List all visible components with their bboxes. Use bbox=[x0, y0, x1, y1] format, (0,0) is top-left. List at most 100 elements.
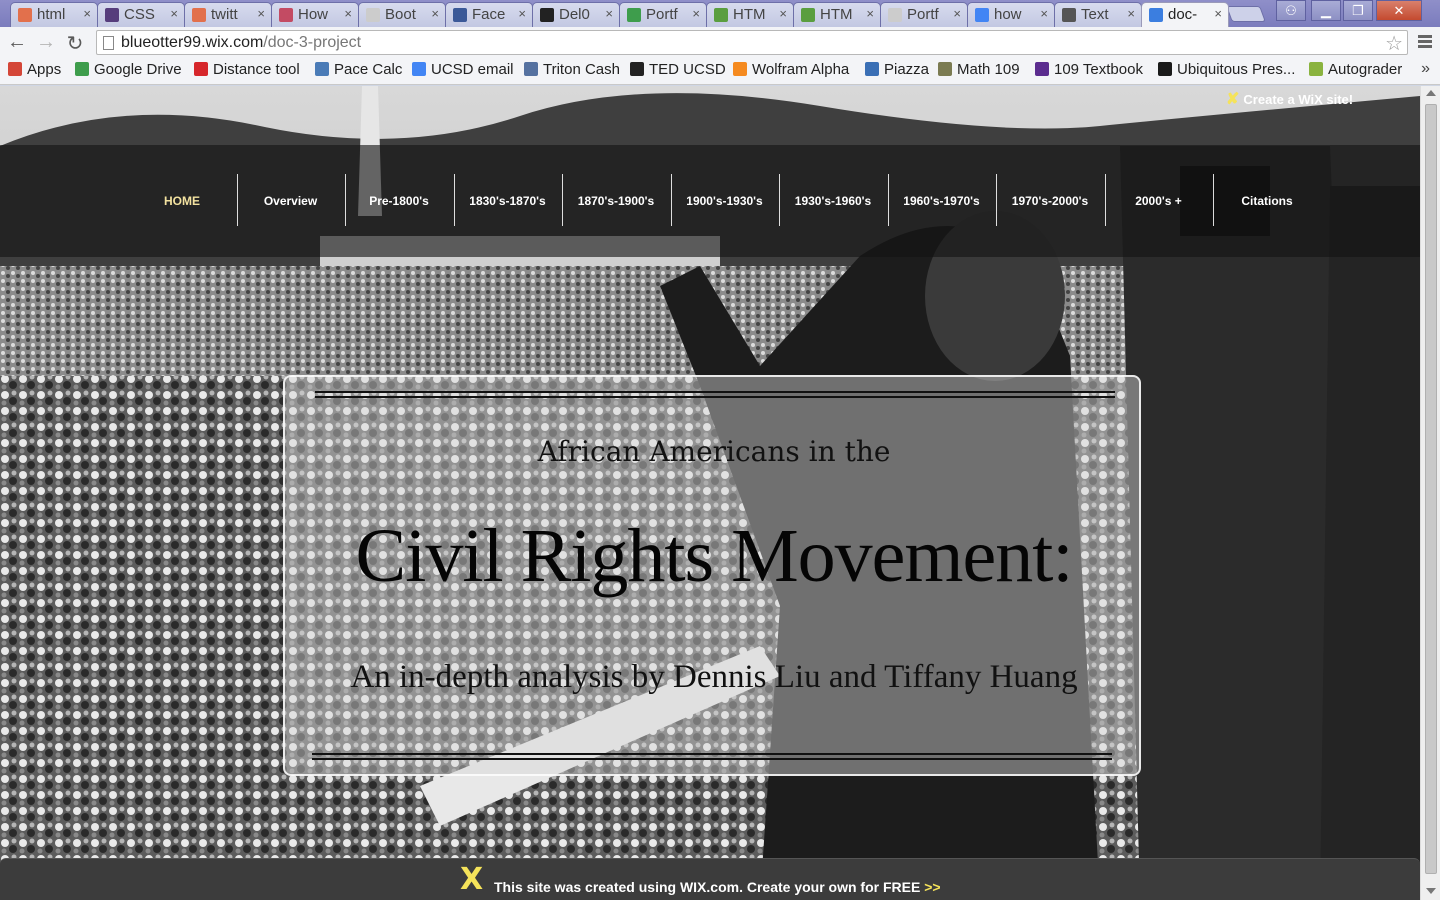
bookmark-item[interactable]: Triton Cash bbox=[524, 61, 620, 78]
browser-tab[interactable]: twitt × bbox=[184, 2, 272, 27]
bookmark-label: Wolfram Alpha bbox=[752, 61, 850, 78]
top-rule-2 bbox=[315, 396, 1115, 398]
reload-button[interactable]: ↻ bbox=[64, 31, 86, 56]
close-tab-icon[interactable]: × bbox=[257, 6, 265, 21]
browser-tab[interactable]: CSS × bbox=[97, 2, 185, 27]
triton-icon bbox=[524, 62, 538, 76]
address-bar[interactable]: blueotter99.wix.com/doc-3-project ☆ bbox=[96, 30, 1408, 55]
maximize-button[interactable]: ❐ bbox=[1343, 0, 1373, 21]
tab-title: HTM bbox=[733, 6, 766, 23]
nav-item-home[interactable]: HOME bbox=[128, 145, 236, 257]
nav-item-pre-1800-s[interactable]: Pre-1800's bbox=[345, 145, 453, 257]
w3schools-icon bbox=[801, 8, 815, 22]
wix-footer-banner[interactable]: X This site was created using WIX.com. C… bbox=[0, 858, 1420, 900]
bookmark-item[interactable]: Autograder bbox=[1309, 61, 1402, 78]
nav-item-1870-s-1900-s[interactable]: 1870's-1900's bbox=[562, 145, 670, 257]
tab-title: How bbox=[298, 6, 329, 23]
bookmark-item[interactable]: Distance tool bbox=[194, 61, 300, 78]
nav-item-2000-s[interactable]: 2000's + bbox=[1105, 145, 1213, 257]
page-icon bbox=[888, 8, 902, 22]
create-wix-site-label: Create a WiX site! bbox=[1243, 92, 1354, 107]
browser-tab[interactable]: html × bbox=[10, 2, 98, 27]
bookmark-label: Autograder bbox=[1328, 61, 1403, 78]
bookmark-label: 109 Textbook bbox=[1054, 61, 1143, 78]
close-window-button[interactable]: ✕ bbox=[1376, 0, 1422, 21]
create-wix-site-link[interactable]: ✘ Create a WiX site! bbox=[1226, 89, 1353, 109]
url-path: /doc-3-project bbox=[263, 34, 362, 51]
wolfram-icon bbox=[733, 62, 747, 76]
web-page: ✘ Create a WiX site! HOME Overview Pre-1800… bbox=[0, 86, 1420, 900]
bookmarks-overflow-button[interactable]: » bbox=[1421, 60, 1430, 78]
bookmark-label: Triton Cash bbox=[543, 61, 620, 78]
tab-title: HTM bbox=[820, 6, 853, 23]
browser-tab[interactable]: Del0 × bbox=[532, 2, 620, 27]
close-tab-icon[interactable]: × bbox=[779, 6, 787, 21]
nav-item-1930-s-1960-s[interactable]: 1930's-1960's bbox=[779, 145, 887, 257]
nav-item-citations[interactable]: Citations bbox=[1213, 145, 1321, 257]
scrollbar-thumb[interactable] bbox=[1425, 104, 1437, 874]
forward-button[interactable]: → bbox=[35, 31, 57, 54]
browser-tab[interactable]: doc- × bbox=[1141, 2, 1229, 27]
close-tab-icon[interactable]: × bbox=[866, 6, 874, 21]
browser-tab[interactable]: Text × bbox=[1054, 2, 1142, 27]
browser-tab[interactable]: how × bbox=[967, 2, 1055, 27]
close-tab-icon[interactable]: × bbox=[1214, 6, 1222, 21]
browser-tab[interactable]: Portf × bbox=[619, 2, 707, 27]
bookmark-item[interactable]: Math 109 bbox=[938, 61, 1020, 78]
bookmark-item[interactable]: Ubiquitous Pres... bbox=[1158, 61, 1295, 78]
close-tab-icon[interactable]: × bbox=[953, 6, 961, 21]
close-tab-icon[interactable]: × bbox=[1040, 6, 1048, 21]
close-tab-icon[interactable]: × bbox=[170, 6, 178, 21]
site-nav: HOME Overview Pre-1800's 1830's-1870's 1870'… bbox=[0, 145, 1420, 257]
nav-item-1900-s-1930-s[interactable]: 1900's-1930's bbox=[671, 145, 779, 257]
nav-item-1960-s-1970-s[interactable]: 1960's-1970's bbox=[888, 145, 996, 257]
browser-tab[interactable]: Face × bbox=[445, 2, 533, 27]
nav-item-1830-s-1870-s[interactable]: 1830's-1870's bbox=[454, 145, 562, 257]
nav-divider bbox=[453, 174, 455, 226]
tab-title: Portf bbox=[907, 6, 939, 23]
close-tab-icon[interactable]: × bbox=[1127, 6, 1135, 21]
profile-icon[interactable]: ⚇ bbox=[1276, 0, 1306, 21]
bookmark-label: Apps bbox=[27, 61, 62, 78]
minimize-button[interactable]: ▁ bbox=[1311, 0, 1341, 21]
distance-icon bbox=[194, 62, 208, 76]
browser-menu-icon[interactable] bbox=[1418, 35, 1432, 49]
bookmark-item[interactable]: TED UCSD bbox=[630, 61, 726, 78]
tab-title: Face bbox=[472, 6, 506, 23]
close-tab-icon[interactable]: × bbox=[431, 6, 439, 21]
nav-item-overview[interactable]: Overview bbox=[237, 145, 345, 257]
new-tab-button[interactable] bbox=[1226, 6, 1266, 22]
browser-tab[interactable]: Boot × bbox=[358, 2, 446, 27]
bookmarks-bar: Apps Google Drive Distance tool Pace Calc UC… bbox=[0, 58, 1440, 85]
page-scrollbar[interactable] bbox=[1420, 86, 1440, 900]
tab-title: Del0 bbox=[559, 6, 590, 23]
textbook-icon bbox=[1035, 62, 1049, 76]
browser-tab[interactable]: How × bbox=[271, 2, 359, 27]
scroll-down-arrow-icon[interactable] bbox=[1426, 888, 1436, 894]
wix-logo-icon: ✘ bbox=[1226, 91, 1240, 108]
close-tab-icon[interactable]: × bbox=[344, 6, 352, 21]
bookmark-item[interactable]: Google Drive bbox=[75, 61, 182, 78]
nav-divider bbox=[345, 174, 346, 226]
bookmark-item[interactable]: Wolfram Alpha bbox=[733, 61, 849, 78]
back-button[interactable]: ← bbox=[6, 31, 28, 54]
browser-tab[interactable]: HTM × bbox=[793, 2, 881, 27]
bookmark-item[interactable]: Piazza bbox=[865, 61, 929, 78]
close-tab-icon[interactable]: × bbox=[518, 6, 526, 21]
bookmark-star-icon[interactable]: ☆ bbox=[1385, 31, 1403, 56]
ted-icon bbox=[630, 62, 644, 76]
bookmark-item[interactable]: Pace Calc bbox=[315, 61, 402, 78]
scroll-up-arrow-icon[interactable] bbox=[1426, 90, 1436, 96]
browser-tab[interactable]: HTM × bbox=[706, 2, 794, 27]
bookmark-item[interactable]: UCSD email bbox=[412, 61, 514, 78]
nav-item-1970-s-2000-s[interactable]: 1970's-2000's bbox=[996, 145, 1104, 257]
pace-icon bbox=[315, 62, 329, 76]
close-tab-icon[interactable]: × bbox=[605, 6, 613, 21]
close-tab-icon[interactable]: × bbox=[83, 6, 91, 21]
tab-title: how bbox=[994, 6, 1022, 23]
browser-tab[interactable]: Portf × bbox=[880, 2, 968, 27]
bookmark-item[interactable]: Apps bbox=[8, 61, 61, 78]
close-tab-icon[interactable]: × bbox=[692, 6, 700, 21]
bookmark-item[interactable]: 109 Textbook bbox=[1035, 61, 1143, 78]
page-icon bbox=[103, 36, 114, 50]
